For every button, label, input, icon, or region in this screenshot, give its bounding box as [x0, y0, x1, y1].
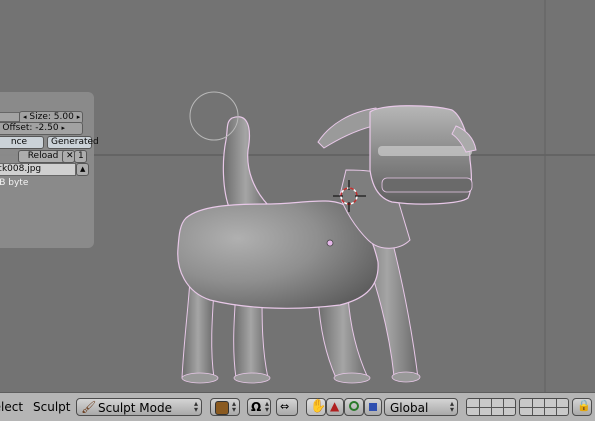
shading-icon	[215, 401, 229, 415]
reload-button[interactable]: Reload	[18, 150, 68, 163]
rotate-icon	[349, 401, 359, 411]
updown-icon: ▴ ▾	[264, 399, 269, 414]
offset-field[interactable]: Y Offset: -2.50 ▸	[0, 122, 83, 135]
sculpt-menu[interactable]: Sculpt	[33, 400, 70, 414]
updown-icon: ▴ ▾	[449, 399, 454, 414]
sequence-button[interactable]: nce	[0, 136, 44, 149]
image-browse-button[interactable]: ▲	[76, 163, 89, 176]
close-icon: ✕	[66, 151, 74, 161]
layers-grid-1[interactable]	[466, 398, 516, 416]
orientation-label: Global	[390, 401, 429, 415]
manipulator-icon: ⇔	[280, 400, 290, 413]
orientation-selector[interactable]: Global ▴ ▾	[384, 398, 458, 416]
users-count[interactable]: 1	[74, 150, 87, 163]
lock-button[interactable]: 🔒	[572, 398, 592, 416]
size-label: Size: 5.00	[29, 112, 74, 122]
hand-icon: ✋	[310, 399, 327, 414]
offset-label: Y Offset: -2.50	[0, 123, 59, 133]
paintbrush-icon: 🖌	[81, 400, 97, 414]
updown-icon: ▴ ▾	[231, 399, 236, 414]
viewport-header: Select Sculpt 🖌 Sculpt Mode ▴▾ ▴▾ Ω ▴▾ ⇔…	[0, 392, 595, 421]
scale-icon	[369, 403, 377, 411]
dog-mesh[interactable]	[177, 105, 477, 384]
rotate-button[interactable]	[344, 398, 364, 416]
brush-cursor-icon	[189, 91, 239, 141]
updown-icon: ▴ ▾	[193, 399, 198, 414]
3d-viewport[interactable]: ◂ Size: 5.00 ▸ Y Offset: -2.50 ▸ nce Gen…	[0, 0, 595, 392]
arrow-icon: ▲	[80, 165, 86, 173]
translate-icon: ▲	[330, 399, 340, 413]
mode-selector[interactable]: 🖌 Sculpt Mode ▴ ▾	[76, 398, 202, 416]
scale-button[interactable]	[364, 398, 382, 416]
lock-icon: 🔒	[577, 399, 591, 412]
texture-panel[interactable]: ◂ Size: 5.00 ▸ Y Offset: -2.50 ▸ nce Gen…	[0, 92, 99, 248]
mode-label: Sculpt Mode	[98, 401, 172, 415]
pivot-selector[interactable]: Ω ▴ ▾	[247, 398, 271, 416]
select-menu[interactable]: Select	[0, 400, 23, 414]
translate-button[interactable]: ▲	[326, 398, 344, 416]
shading-selector[interactable]: ▴ ▾	[210, 398, 240, 416]
image-format-text: RGB byte	[0, 178, 29, 188]
hand-tool-button[interactable]: ✋	[306, 398, 326, 416]
generated-button[interactable]: Generated	[47, 136, 99, 149]
pivot-icon: Ω	[251, 400, 262, 414]
image-filename-field[interactable]: ck008.jpg	[0, 163, 76, 176]
manipulator-toggle[interactable]: ⇔	[276, 398, 298, 416]
layers-grid-2[interactable]	[519, 398, 569, 416]
object-origin-icon	[326, 239, 334, 247]
size-slider[interactable]	[0, 112, 20, 122]
